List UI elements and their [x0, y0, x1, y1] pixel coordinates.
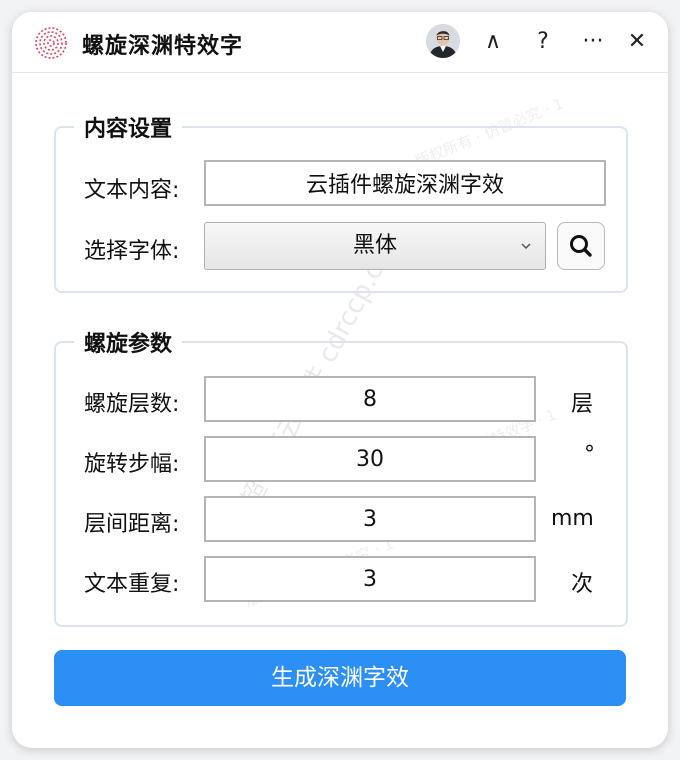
font-select[interactable]: 黑体 — [204, 222, 546, 270]
spiral-params-title: 螺旋参数 — [74, 326, 183, 358]
user-avatar[interactable] — [426, 24, 460, 58]
text-repeat-unit: 次 — [571, 572, 594, 597]
spiral-layers-label: 螺旋层数: — [84, 392, 180, 417]
search-icon — [570, 235, 592, 257]
app-window: 超平面云插件 cdrccp.cn Zebe · 1 版权所有 · 仿冒必究 · … — [12, 12, 668, 748]
close-button[interactable]: ✕ — [620, 26, 654, 58]
text-content-input[interactable] — [204, 160, 606, 206]
font-select-value: 黑体 — [352, 233, 397, 258]
text-repeat-input[interactable] — [204, 556, 536, 602]
more-button[interactable]: ··· — [576, 26, 610, 58]
layer-spacing-input[interactable] — [204, 496, 536, 542]
text-repeat-label: 文本重复: — [84, 572, 180, 597]
rotation-step-input[interactable] — [204, 436, 536, 482]
rotation-step-unit: ° — [584, 442, 595, 467]
title-bar: 螺旋深渊特效字 ∧ ? ··· ✕ — [12, 12, 668, 73]
chevron-down-icon — [521, 243, 531, 250]
font-select-label: 选择字体: — [84, 239, 180, 264]
generate-button[interactable]: 生成深渊字效 — [54, 650, 626, 706]
app-title: 螺旋深渊特效字 — [82, 34, 244, 59]
collapse-button[interactable]: ∧ — [476, 26, 510, 58]
spiral-logo-icon — [35, 27, 67, 59]
text-content-label: 文本内容: — [84, 178, 180, 203]
layer-spacing-unit: mm — [551, 506, 594, 531]
spiral-layers-input[interactable] — [204, 376, 536, 422]
font-search-button[interactable] — [557, 222, 605, 270]
spiral-layers-unit: 层 — [571, 392, 594, 417]
help-button[interactable]: ? — [526, 26, 560, 58]
user-avatar-icon — [426, 24, 460, 58]
rotation-step-label: 旋转步幅: — [84, 452, 180, 477]
layer-spacing-label: 层间距离: — [84, 512, 180, 537]
content-settings-title: 内容设置 — [74, 111, 183, 143]
